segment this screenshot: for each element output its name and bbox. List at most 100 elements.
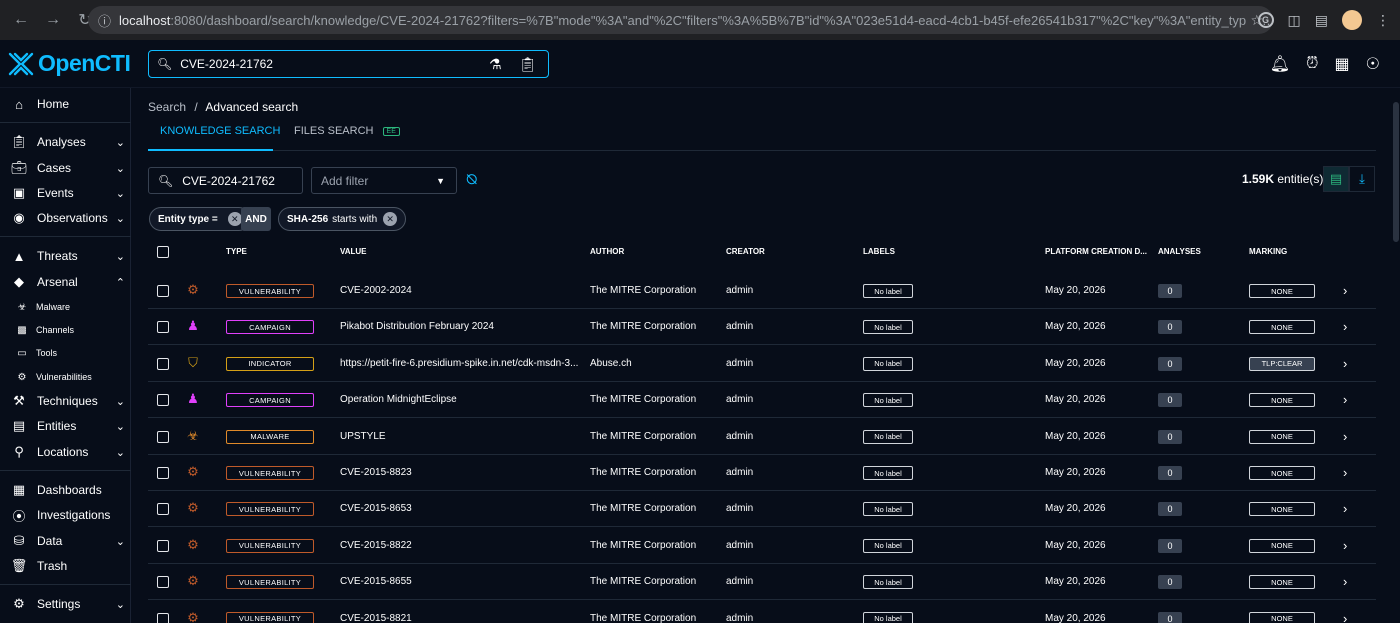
table-row[interactable]: ♟ CAMPAIGN Operation MidnightEclipse The MI… <box>148 382 1376 419</box>
browser-menu-icon[interactable]: ⋮ <box>1376 12 1390 29</box>
clear-filters-icon[interactable]: ⦰ <box>466 171 477 188</box>
chevron-right-icon[interactable]: › <box>1343 538 1347 553</box>
opencti-logo[interactable]: OpenCTI <box>8 50 131 77</box>
sidebar-item-settings[interactable]: ⚙ Settings ⌄ <box>0 593 131 615</box>
forward-icon[interactable]: → <box>44 11 62 29</box>
chevron-right-icon[interactable]: › <box>1343 319 1347 334</box>
table-row[interactable]: ⚙ VULNERABILITY CVE-2015-8655 The MITRE Cor… <box>148 564 1376 601</box>
chevron-right-icon[interactable]: › <box>1343 392 1347 407</box>
filter-chip-sha256[interactable]: SHA-256 starts with ✕ <box>278 207 407 231</box>
sidepanel-icon[interactable]: ▤ <box>1315 12 1328 29</box>
keyword-search-box[interactable]: 🔍︎ <box>148 167 303 194</box>
back-icon[interactable]: ← <box>12 11 30 29</box>
column-header-labels[interactable]: LABELS <box>863 247 895 256</box>
labels-badge: No label <box>863 611 913 623</box>
sidebar-item-cases[interactable]: 💼︎ Cases ⌄ <box>0 157 131 179</box>
account-icon[interactable]: ☉ <box>1366 54 1380 74</box>
sidebar-item-entities[interactable]: ▤ Entities ⌄ <box>0 415 131 437</box>
table-row[interactable]: ♟ CAMPAIGN Pikabot Distribution February 2… <box>148 309 1376 346</box>
sidebar-item-trash[interactable]: 🗑︎ Trash <box>0 555 131 577</box>
profile-avatar[interactable] <box>1342 10 1362 30</box>
table-row[interactable]: ⛉ INDICATOR https://petit-fire-6.presidium… <box>148 346 1376 382</box>
page-scrollbar[interactable] <box>1392 88 1400 623</box>
labels-badge: No label <box>863 466 913 480</box>
tab-knowledge-search[interactable]: KNOWLEDGE SEARCH <box>160 125 280 137</box>
row-checkbox[interactable] <box>157 576 169 589</box>
sidebar-item-data[interactable]: ⛁ Data ⌄ <box>0 530 131 552</box>
remove-filter-icon[interactable]: ✕ <box>227 212 242 226</box>
entity-creator: admin <box>726 357 754 369</box>
column-header-platform-creation-date[interactable]: PLATFORM CREATION D... <box>1045 247 1147 256</box>
chevron-right-icon[interactable]: › <box>1343 465 1347 480</box>
sidebar-item-locations[interactable]: ⚲ Locations ⌄ <box>0 441 131 463</box>
column-header-analyses[interactable]: ANALYSES <box>1158 247 1201 256</box>
remove-filter-icon[interactable]: ✕ <box>383 212 398 226</box>
table-row[interactable]: ⚙ VULNERABILITY CVE-2002-2024 The MITRE Cor… <box>148 273 1376 309</box>
table-row[interactable]: ⚙ VULNERABILITY CVE-2015-8653 The MITRE Cor… <box>148 491 1376 528</box>
row-checkbox[interactable] <box>157 467 169 479</box>
column-header-author[interactable]: AUTHOR <box>590 247 624 256</box>
column-header-creator[interactable]: CREATOR <box>726 247 765 256</box>
entity-creator: admin <box>726 467 754 478</box>
alarm-icon[interactable]: ⏰︎ <box>1306 55 1318 73</box>
address-bar[interactable]: ⓘ localhost :8080/dashboard/search/knowl… <box>88 6 1273 34</box>
table-row[interactable]: ⚙ VULNERABILITY CVE-2015-8821 The MITRE Cor… <box>148 601 1376 623</box>
database-icon: ⛁ <box>13 533 25 548</box>
table-view-button[interactable]: ▤ <box>1323 166 1349 192</box>
sidebar-item-home[interactable]: ⌂ Home <box>0 93 131 115</box>
row-checkbox[interactable] <box>157 285 169 297</box>
sidebar-item-arsenal[interactable]: ◆ Arsenal ⌃ <box>0 271 131 293</box>
chevron-right-icon[interactable]: › <box>1343 356 1347 371</box>
sidebar-item-dashboards[interactable]: ▦ Dashboards <box>0 479 131 501</box>
breadcrumb-separator: / <box>194 100 198 114</box>
sidebar-item-analyses[interactable]: 📋︎ Analyses ⌄ <box>0 131 131 153</box>
site-info-icon[interactable]: ⓘ <box>98 11 111 30</box>
sidebar-subitem-channels[interactable]: ▩ Channels <box>0 320 131 340</box>
table-row[interactable]: ⚙ VULNERABILITY CVE-2015-8822 The MITRE Cor… <box>148 528 1376 564</box>
scrollbar-thumb[interactable] <box>1393 102 1399 242</box>
bug-icon: ⚙ <box>187 609 199 623</box>
add-filter-select[interactable]: Add filter ▼ <box>311 167 457 194</box>
filter-mode-and[interactable]: AND <box>241 207 271 231</box>
breadcrumb-search-link[interactable]: Search <box>148 100 186 114</box>
row-checkbox[interactable] <box>157 430 169 443</box>
search-clipboard-icon[interactable]: 📋︎ <box>519 56 537 73</box>
extensions-puzzle-icon[interactable]: ◫ <box>1288 12 1301 29</box>
sidebar-item-threats[interactable]: ▲ Threats ⌄ <box>0 245 131 267</box>
column-header-type[interactable]: TYPE <box>226 247 247 256</box>
chevron-right-icon[interactable]: › <box>1343 283 1347 298</box>
grammarly-extension-icon[interactable]: G <box>1257 12 1274 28</box>
export-button[interactable]: ⤓ <box>1349 166 1375 192</box>
global-search-box[interactable]: 🔍︎ ⚗ 📋︎ <box>148 50 549 78</box>
chevron-right-icon[interactable]: › <box>1343 501 1347 516</box>
row-checkbox[interactable] <box>157 394 169 407</box>
sidebar-item-observations[interactable]: ◉ Observations ⌄ <box>0 207 131 229</box>
column-header-marking[interactable]: MARKING <box>1249 247 1287 256</box>
row-checkbox[interactable] <box>157 612 169 623</box>
notifications-bell-icon[interactable]: 🔔︎ <box>1270 54 1290 74</box>
keyword-search-input[interactable] <box>182 173 303 188</box>
apps-grid-icon[interactable]: ▦ <box>1335 54 1350 74</box>
select-all-checkbox[interactable] <box>157 246 169 258</box>
sidebar-item-techniques[interactable]: ⚒ Techniques ⌄ <box>0 390 131 412</box>
column-header-value[interactable]: VALUE <box>340 247 367 256</box>
filter-chip-entity-type[interactable]: Entity type = ✕ <box>149 207 251 231</box>
sidebar-item-investigations[interactable]: ⦿ Investigations <box>0 504 131 526</box>
row-checkbox[interactable] <box>157 539 169 552</box>
sidebar-subitem-malware[interactable]: ☣ Malware <box>0 297 131 317</box>
chevron-right-icon[interactable]: › <box>1343 429 1347 444</box>
row-checkbox[interactable] <box>157 321 169 334</box>
tab-files-search[interactable]: FILES SEARCH EE <box>294 125 400 137</box>
chevron-right-icon[interactable]: › <box>1343 574 1347 589</box>
sidebar-item-events[interactable]: ▣ Events ⌄ <box>0 182 131 204</box>
row-checkbox[interactable] <box>157 357 169 370</box>
breadcrumb: Search / Advanced search <box>148 100 298 114</box>
table-row[interactable]: ☣ MALWARE UPSTYLE The MITRE Corporation admi… <box>148 419 1376 455</box>
sidebar-subitem-vulnerabilities[interactable]: ⚙ Vulnerabilities <box>0 367 131 387</box>
table-row[interactable]: ⚙ VULNERABILITY CVE-2015-8823 The MITRE Cor… <box>148 455 1376 491</box>
flask-icon[interactable]: ⚗ <box>489 56 502 73</box>
global-search-input[interactable] <box>180 57 481 71</box>
row-checkbox[interactable] <box>157 503 169 516</box>
chevron-right-icon[interactable]: › <box>1343 611 1347 623</box>
sidebar-subitem-tools[interactable]: ▭ Tools <box>0 343 131 363</box>
